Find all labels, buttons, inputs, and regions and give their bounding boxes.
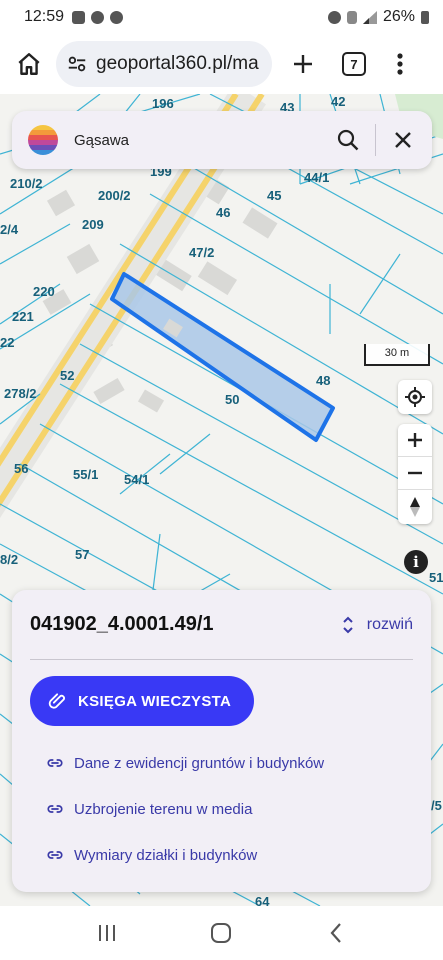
plus-icon (294, 55, 312, 73)
parcel-label: 210/2 (10, 176, 43, 191)
address-bar[interactable]: geoportal360.pl/ma (56, 41, 272, 87)
status-bar: 12:59 26% (0, 0, 443, 34)
app-icon (91, 10, 105, 24)
back-button[interactable] (316, 913, 356, 953)
home-circle-icon (211, 923, 232, 943)
link-label: Uzbrojenie terenu w media (74, 800, 253, 818)
location-search-card[interactable]: Gąsawa (12, 111, 432, 169)
highlighted-parcel[interactable] (110, 272, 335, 442)
land-register-button[interactable]: KSIĘGA WIECZYSTA (30, 676, 254, 726)
more-vert-icon (397, 53, 403, 75)
tab-switcher-button[interactable]: 7 (342, 52, 366, 76)
clear-search-button[interactable] (388, 125, 418, 155)
browser-toolbar: geoportal360.pl/ma 7 (0, 34, 443, 94)
parcel-label: 56 (14, 461, 29, 476)
url-text: geoportal360.pl/ma (96, 53, 259, 74)
parcel-label: 44/1 (304, 170, 330, 185)
parcel-label: 57 (75, 547, 90, 562)
unfold-icon (343, 616, 353, 633)
site-settings-icon[interactable] (66, 53, 88, 75)
minus-icon (408, 471, 422, 475)
parcel-label: 52 (60, 368, 75, 383)
parcel-label: 50 (225, 392, 240, 407)
parcel-info-panel: 041902_4.0001.49/1 rozwiń KSIĘGA WIECZYS… (12, 590, 431, 892)
parcel-label: 54/1 (124, 472, 150, 487)
network-icon (346, 10, 357, 24)
compass-button[interactable] (398, 490, 432, 523)
panel-header: 041902_4.0001.49/1 rozwiń (30, 590, 413, 660)
parcel-label: 45 (267, 188, 282, 203)
home-nav-button[interactable] (201, 913, 241, 953)
back-icon (330, 923, 341, 943)
parcel-label: 200/2 (98, 188, 131, 203)
parcel-label: 51 (429, 570, 443, 585)
expand-label: rozwiń (366, 615, 413, 633)
divider (375, 124, 376, 156)
link-label: Wymiary działki i budynków (74, 846, 258, 864)
search-icon (337, 129, 359, 151)
attachment-icon (48, 693, 65, 709)
parcel-label: 2/4 (0, 222, 19, 237)
parcel-label: 22 (0, 335, 15, 350)
search-input[interactable]: Gąsawa (74, 132, 333, 149)
zoom-out-button[interactable] (398, 457, 432, 490)
link-label: Dane z ewidencji gruntów i budynków (74, 754, 325, 772)
close-icon (395, 132, 411, 148)
geoportal-logo-icon (28, 125, 58, 155)
alarm-icon (327, 10, 341, 24)
zoom-controls (398, 424, 432, 524)
map-scale: 30 m (364, 344, 430, 366)
zoom-in-button[interactable] (398, 424, 432, 457)
parcel-label: 221 (12, 309, 34, 324)
home-button[interactable] (14, 49, 44, 79)
parcel-label: 48 (316, 373, 331, 388)
link-icon (47, 759, 63, 767)
notification-icons (72, 10, 124, 24)
link-land-registry-data[interactable]: Dane z ewidencji gruntów i budynków (46, 754, 413, 772)
parcel-label: /5 (431, 798, 442, 813)
parcel-label: 209 (82, 217, 104, 232)
link-utilities[interactable]: Uzbrojenie terenu w media (46, 800, 413, 818)
parcel-label: 278/2 (4, 386, 37, 401)
expand-button[interactable]: rozwiń (341, 615, 413, 635)
info-icon[interactable]: i (404, 550, 428, 574)
link-icon (47, 851, 63, 859)
status-time: 12:59 (24, 8, 65, 25)
battery-percent: 26% (382, 8, 415, 25)
compass-icon (410, 496, 420, 517)
home-icon (18, 53, 40, 75)
signal-icon (362, 10, 377, 24)
search-button[interactable] (333, 125, 363, 155)
parcel-label: 64 (255, 894, 270, 906)
parcel-label: 47/2 (189, 245, 215, 260)
parcel-label: 220 (33, 284, 55, 299)
plus-icon (408, 433, 422, 447)
battery-icon (421, 10, 429, 24)
parcel-label: 196 (152, 96, 174, 111)
parcel-label: 8/2 (0, 552, 19, 567)
link-icon (47, 805, 63, 813)
land-register-label: KSIĘGA WIECZYSTA (78, 692, 232, 710)
messenger-icon (110, 10, 124, 24)
browser-menu-button[interactable] (390, 49, 410, 79)
parcel-label: 46 (216, 205, 231, 220)
system-icons: 26% (327, 8, 429, 26)
new-tab-button[interactable] (288, 49, 318, 79)
parcel-id: 041902_4.0001.49/1 (30, 613, 214, 635)
gps-icon (405, 387, 425, 407)
gallery-icon (72, 10, 86, 24)
system-nav-bar (0, 906, 443, 960)
recent-apps-button[interactable] (87, 913, 127, 953)
parcel-label: 42 (331, 94, 346, 109)
my-location-button[interactable] (398, 380, 432, 414)
recents-icon (99, 925, 116, 941)
parcel-label: 55/1 (73, 467, 99, 482)
link-dimensions[interactable]: Wymiary działki i budynków (46, 846, 413, 864)
